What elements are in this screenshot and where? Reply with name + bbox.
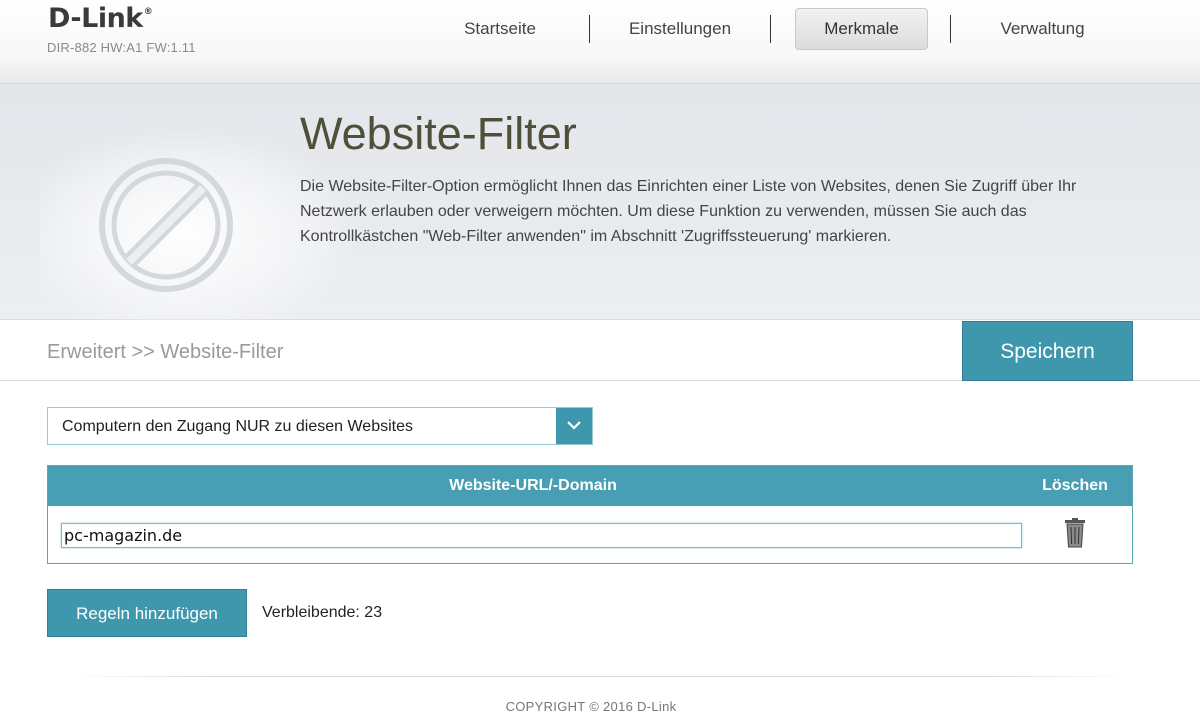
brand-registered-mark: ® [143, 7, 153, 17]
copyright-text: COPYRIGHT © 2016 D-Link [505, 699, 677, 714]
column-header-url: Website-URL/-Domain [449, 477, 617, 494]
top-header: D-Link® DIR-882 HW:A1 FW:1.11 Startseite… [0, 0, 1200, 84]
nav-separator [770, 15, 771, 43]
filter-mode-select[interactable]: Computern den Zugang NUR zu diesen Websi… [47, 407, 593, 445]
chevron-down-icon [567, 421, 581, 430]
tab-verwaltung[interactable]: Verwaltung [980, 8, 1105, 50]
dlink-logo: D-Link® [48, 3, 153, 34]
nav-separator [950, 15, 951, 43]
save-button[interactable]: Speichern [962, 321, 1133, 381]
remaining-rules-count: Verbleibende: 23 [262, 604, 383, 621]
tab-startseite[interactable]: Startseite [440, 8, 560, 50]
footer-divider [70, 676, 1130, 677]
tab-einstellungen[interactable]: Einstellungen [612, 8, 748, 50]
breadcrumb-bar: Erweitert >> Website-Filter Speichern [0, 321, 1200, 381]
breadcrumb: Erweitert >> Website-Filter [47, 341, 284, 363]
filter-mode-value: Computern den Zugang NUR zu diesen Websi… [62, 418, 413, 435]
tab-merkmale[interactable]: Merkmale [795, 8, 928, 50]
select-dropdown-button[interactable] [556, 408, 592, 444]
table-header: Website-URL/-Domain Löschen [48, 466, 1132, 506]
add-rules-button[interactable]: Regeln hinzufügen [47, 589, 247, 637]
website-url-input[interactable] [61, 523, 1022, 548]
page-description: Die Website-Filter-Option ermöglicht Ihn… [300, 178, 1077, 245]
column-header-delete: Löschen [1042, 477, 1108, 494]
trash-icon[interactable] [1064, 518, 1086, 548]
page-title: Website-Filter [300, 108, 577, 159]
device-model-info: DIR-882 HW:A1 FW:1.11 [47, 40, 196, 55]
brand-name: D-Link [48, 3, 143, 34]
nav-separator [589, 15, 590, 43]
website-url-table: Website-URL/-Domain Löschen [47, 465, 1133, 564]
no-entry-icon [99, 158, 233, 292]
